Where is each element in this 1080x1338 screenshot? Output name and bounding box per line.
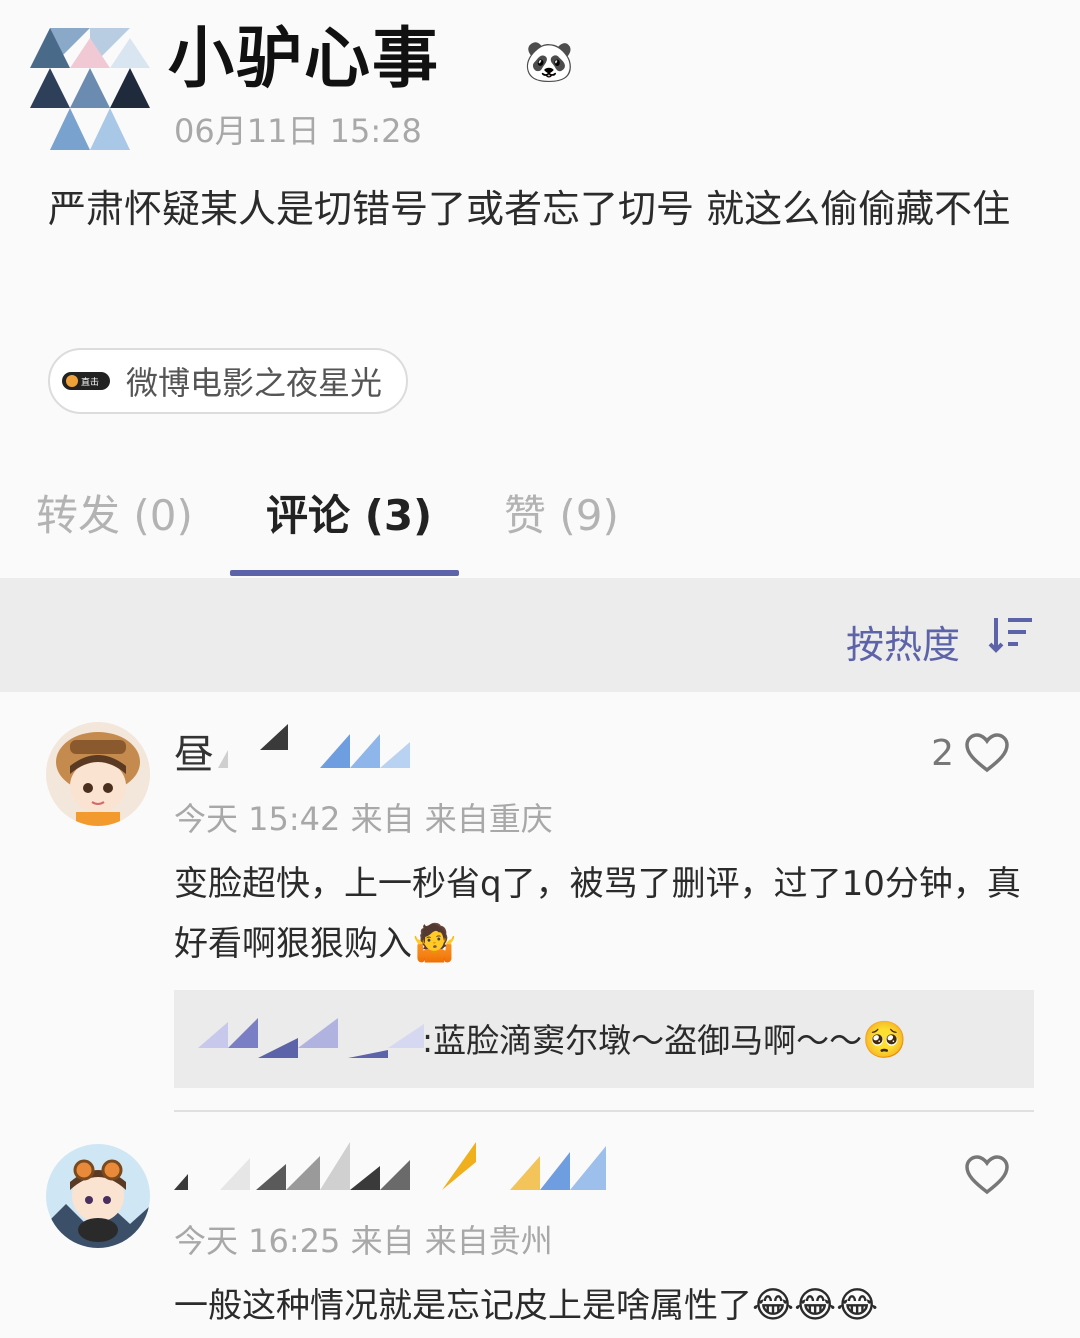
tab-bar: 转发 (0) 评论 (3) 赞 (9) [0,438,1080,578]
panda-emoji: 🐼 [524,39,574,85]
laughing-emoji: 😂😂😂 [752,1285,879,1326]
heart-icon[interactable] [964,732,1010,774]
sort-icon[interactable] [988,616,1034,654]
like-count: 2 [931,732,954,774]
topic-chip[interactable]: 直击 微博电影之夜星光 [48,348,409,414]
active-tab-indicator [230,570,459,576]
reply-preview[interactable]: :蓝脸滴窦尔墩～盗御马啊～～🥺 [174,990,1034,1088]
sort-button[interactable]: 按热度 [846,614,960,669]
shrug-emoji: 🤷 [412,923,457,964]
post-timestamp: 06月11日 15:28 [174,112,422,150]
live-badge-icon: 直击 [62,372,110,390]
author-name[interactable]: 小驴心事 [168,14,440,104]
topic-label: 微博电影之夜星光 [126,364,383,402]
reply-content: :蓝脸滴窦尔墩～盗御马啊～～🥺 [422,1014,907,1062]
comment-timestamp: 今天 15:42 来自 来自重庆 [174,800,553,838]
comment-text: 一般这种情况就是忘记皮上是啥属性了 [174,1286,752,1326]
commenter-name[interactable]: 昼 [174,722,214,780]
commenter-name-mosaic[interactable] [170,1142,620,1192]
post-body: 严肃怀疑某人是切错号了或者忘了切号 就这么偷偷藏不住 [48,187,1011,231]
reply-text: :蓝脸滴窦尔墩～盗御马啊～～ [422,1021,863,1060]
comment-body: 变脸超快，上一秒省q了，被骂了删评，过了10分钟，真好看啊狠狠购入🤷 [174,854,1044,974]
tab-reposts[interactable]: 转发 (0) [36,482,193,543]
commenter-avatar[interactable] [46,722,150,826]
tab-comments[interactable]: 评论 (3) [266,482,432,543]
comment-divider [174,1110,1034,1112]
commenter-name-mosaic [218,724,410,768]
like-control[interactable]: 2 [931,732,1010,774]
comment-timestamp: 今天 16:25 来自 来自贵州 [174,1222,553,1260]
sort-bar: 按热度 [0,578,1080,692]
heart-icon[interactable] [964,1154,1010,1196]
tab-likes[interactable]: 赞 (9) [504,482,619,543]
comment-body: 一般这种情况就是忘记皮上是啥属性了😂😂😂 [174,1276,1044,1336]
author-avatar-mosaic[interactable] [30,28,170,150]
like-control[interactable] [954,1154,1010,1196]
reply-author-mosaic [198,1018,424,1058]
live-badge-text: 直击 [81,377,100,388]
post-card: 小驴心事 🐼 06月11日 15:28 严肃怀疑某人是切错号了或者忘了切号 就这… [0,0,1080,438]
pleading-emoji: 🥺 [862,1020,907,1061]
comment-list: 昼 2 今天 15:42 来自 来自重庆 变脸超快，上一秒省q了，被骂了删评，过… [0,692,1080,1338]
commenter-avatar[interactable] [46,1144,150,1248]
comment-text: 变脸超快，上一秒省q了，被骂了删评，过了10分钟，真好看啊狠狠购入 [174,864,1021,964]
